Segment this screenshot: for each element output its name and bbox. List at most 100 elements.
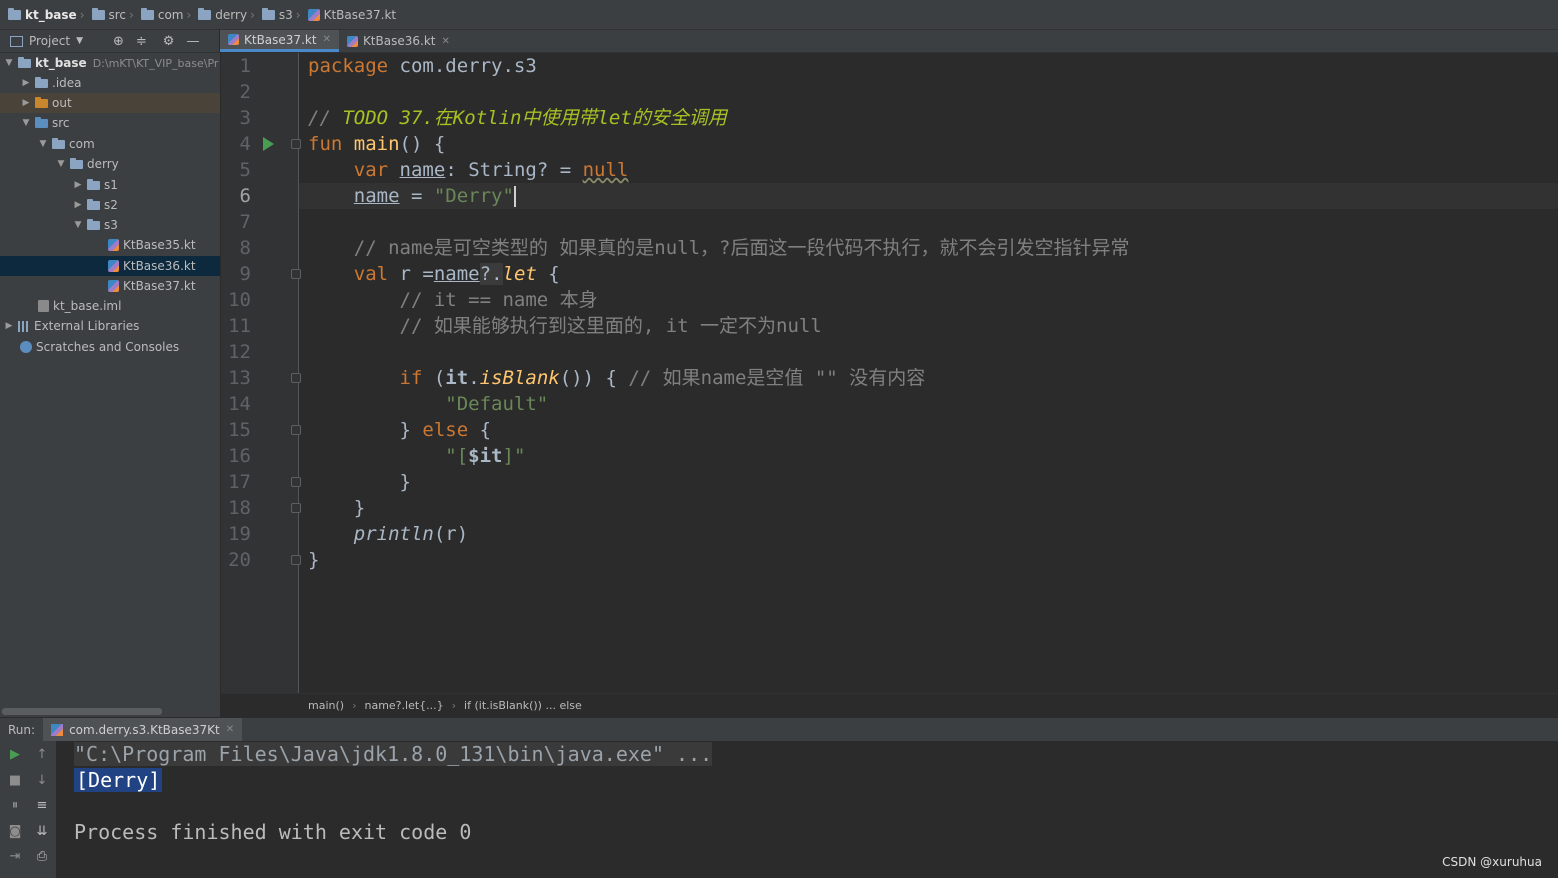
code-text: {	[468, 419, 492, 441]
tree-item-idea[interactable]: ▶ .idea	[0, 73, 220, 93]
tree-item-src[interactable]: ▼ src	[0, 113, 220, 133]
expanded-arrow-icon[interactable]: ▼	[4, 58, 14, 68]
code-line-1: package com.derry.s3	[308, 53, 537, 79]
crumb-s3[interactable]: s3	[258, 7, 293, 22]
expanded-arrow-icon[interactable]: ▼	[56, 159, 66, 169]
tree-item-kt-base-iml[interactable]: kt_base.iml	[0, 296, 220, 316]
hide-panel-icon[interactable]: —	[186, 34, 199, 49]
fold-marker-icon[interactable]	[291, 477, 301, 487]
expanded-arrow-icon[interactable]: ▼	[38, 139, 48, 149]
tree-item-com[interactable]: ▼ com	[0, 134, 220, 154]
fold-marker-icon[interactable]	[291, 269, 301, 279]
tree-item-s3[interactable]: ▼ s3	[0, 215, 220, 235]
crumb-file[interactable]: KtBase37.kt	[304, 8, 396, 22]
fold-marker-icon[interactable]	[291, 425, 301, 435]
string-literal: "Derry"	[433, 185, 514, 207]
kotlin-file-icon	[108, 239, 119, 251]
fold-marker-icon[interactable]	[291, 555, 301, 565]
gear-icon[interactable]: ⚙	[163, 34, 175, 49]
fold-marker-icon[interactable]	[291, 139, 301, 149]
arrow-down-icon[interactable]: ↓	[34, 773, 50, 789]
project-window-icon	[10, 35, 23, 47]
camera-icon[interactable]: ◙	[7, 824, 23, 840]
close-icon[interactable]: ✕	[441, 36, 449, 47]
expanded-arrow-icon[interactable]: ▼	[73, 220, 83, 230]
tab-ktbase37[interactable]: KtBase37.kt ✕	[220, 30, 339, 52]
crumb-src[interactable]: src	[88, 7, 126, 22]
line-number: 13	[228, 367, 251, 389]
locate-file-icon[interactable]: ⊕	[113, 34, 124, 49]
run-configuration-tab[interactable]: com.derry.s3.KtBase37Kt ✕	[43, 717, 243, 742]
tree-item-label: KtBase36.kt	[123, 259, 196, 273]
collapsed-arrow-icon[interactable]: ▶	[73, 200, 83, 210]
tree-item-scratches[interactable]: Scratches and Consoles	[0, 337, 220, 357]
code-editor[interactable]: 1 2 3 4 5 6 7 8 9 10 11 12 13 14 15 16 1…	[221, 53, 1558, 693]
function-name: isBlank	[479, 367, 560, 389]
collapsed-arrow-icon[interactable]: ▶	[21, 98, 31, 108]
excluded-folder-icon	[35, 96, 48, 108]
source-folder-icon	[35, 116, 48, 128]
scroll-to-end-icon[interactable]: ⇊	[34, 824, 50, 840]
console-line: "C:\Program Files\Java\jdk1.8.0_131\bin\…	[74, 741, 713, 767]
dropdown-arrow-icon[interactable]: ▼	[76, 36, 83, 46]
code-line-4: fun main() {	[308, 131, 445, 157]
rerun-icon[interactable]: ▶	[7, 747, 23, 763]
arrow-up-icon[interactable]: ↑	[34, 747, 50, 763]
tree-item-s2[interactable]: ▶ s2	[0, 195, 220, 215]
code-line-6: name = "Derry"	[308, 183, 516, 209]
breadcrumb-main[interactable]: main()	[308, 699, 344, 712]
tree-item-out[interactable]: ▶ out	[0, 93, 220, 113]
fold-marker-icon[interactable]	[291, 503, 301, 513]
breadcrumb-if-else[interactable]: if (it.isBlank()) ... else	[464, 699, 582, 712]
variable: name	[433, 263, 480, 285]
tree-item-label: s2	[104, 198, 118, 212]
print-icon[interactable]: ⎙	[34, 849, 50, 865]
tree-item-ktbase36[interactable]: KtBase36.kt	[0, 256, 220, 276]
code-text: }	[399, 419, 423, 441]
code-line-20: }	[308, 547, 319, 573]
todo-comment: TODO 37.在Kotlin中使用带let的安全调用	[342, 107, 727, 129]
code-text: }	[308, 549, 320, 571]
pause-icon[interactable]: ⏸	[7, 798, 23, 814]
module-file-icon	[38, 300, 49, 312]
fold-marker-icon[interactable]	[291, 373, 301, 383]
code-text: com.derry.s3	[388, 55, 537, 77]
expanded-arrow-icon[interactable]: ▼	[21, 118, 31, 128]
module-folder-icon	[8, 7, 21, 20]
crumb-derry[interactable]: derry	[194, 7, 247, 22]
tree-item-label: derry	[87, 157, 119, 171]
collapse-all-icon[interactable]: ≑	[136, 34, 147, 49]
tree-item-kt-base[interactable]: ▼ kt_base D:\mKT\KT_VIP_base\Pr	[0, 53, 220, 73]
console-output-selected: [Derry]	[74, 768, 163, 792]
folder-icon	[91, 7, 105, 20]
tree-item-ktbase35[interactable]: KtBase35.kt	[0, 235, 220, 255]
login-icon[interactable]: ⇥	[7, 849, 23, 865]
horizontal-scrollbar[interactable]	[2, 708, 162, 715]
close-icon[interactable]: ✕	[226, 724, 234, 735]
project-view-selector[interactable]: Project ▼ ⊕ ≑ ⚙ —	[0, 30, 220, 52]
module-folder-icon	[18, 56, 31, 68]
soft-wrap-icon[interactable]: ≡	[34, 798, 50, 814]
editor-gutter[interactable]: 1 2 3 4 5 6 7 8 9 10 11 12 13 14 15 16 1…	[221, 53, 301, 693]
code-line-15: } else {	[308, 417, 492, 443]
close-icon[interactable]: ✕	[323, 34, 331, 45]
breadcrumb-let[interactable]: name?.let{...}	[364, 699, 443, 712]
collapsed-arrow-icon[interactable]: ▶	[21, 78, 31, 88]
tree-item-label: s1	[104, 178, 118, 192]
collapsed-arrow-icon[interactable]: ▶	[4, 321, 14, 331]
console-output[interactable]: "C:\Program Files\Java\jdk1.8.0_131\bin\…	[57, 741, 1558, 878]
kotlin-file-icon	[307, 8, 320, 21]
crumb-project[interactable]: kt_base	[4, 7, 77, 22]
crumb-com[interactable]: com	[137, 7, 183, 22]
stop-icon[interactable]: ■	[7, 773, 23, 789]
collapsed-arrow-icon[interactable]: ▶	[73, 180, 83, 190]
tree-item-s1[interactable]: ▶ s1	[0, 175, 220, 195]
tab-ktbase36[interactable]: KtBase36.kt ✕	[339, 30, 458, 52]
folder-icon	[261, 7, 275, 20]
tree-item-external-libraries[interactable]: ▶ External Libraries	[0, 316, 220, 336]
tree-item-ktbase37[interactable]: KtBase37.kt	[0, 276, 220, 296]
run-gutter-icon[interactable]	[263, 137, 274, 151]
code-text: ()) {	[559, 367, 629, 389]
navigation-bar: kt_base › src › com › derry › s3 › KtBas…	[0, 0, 1558, 30]
tree-item-derry[interactable]: ▼ derry	[0, 154, 220, 174]
